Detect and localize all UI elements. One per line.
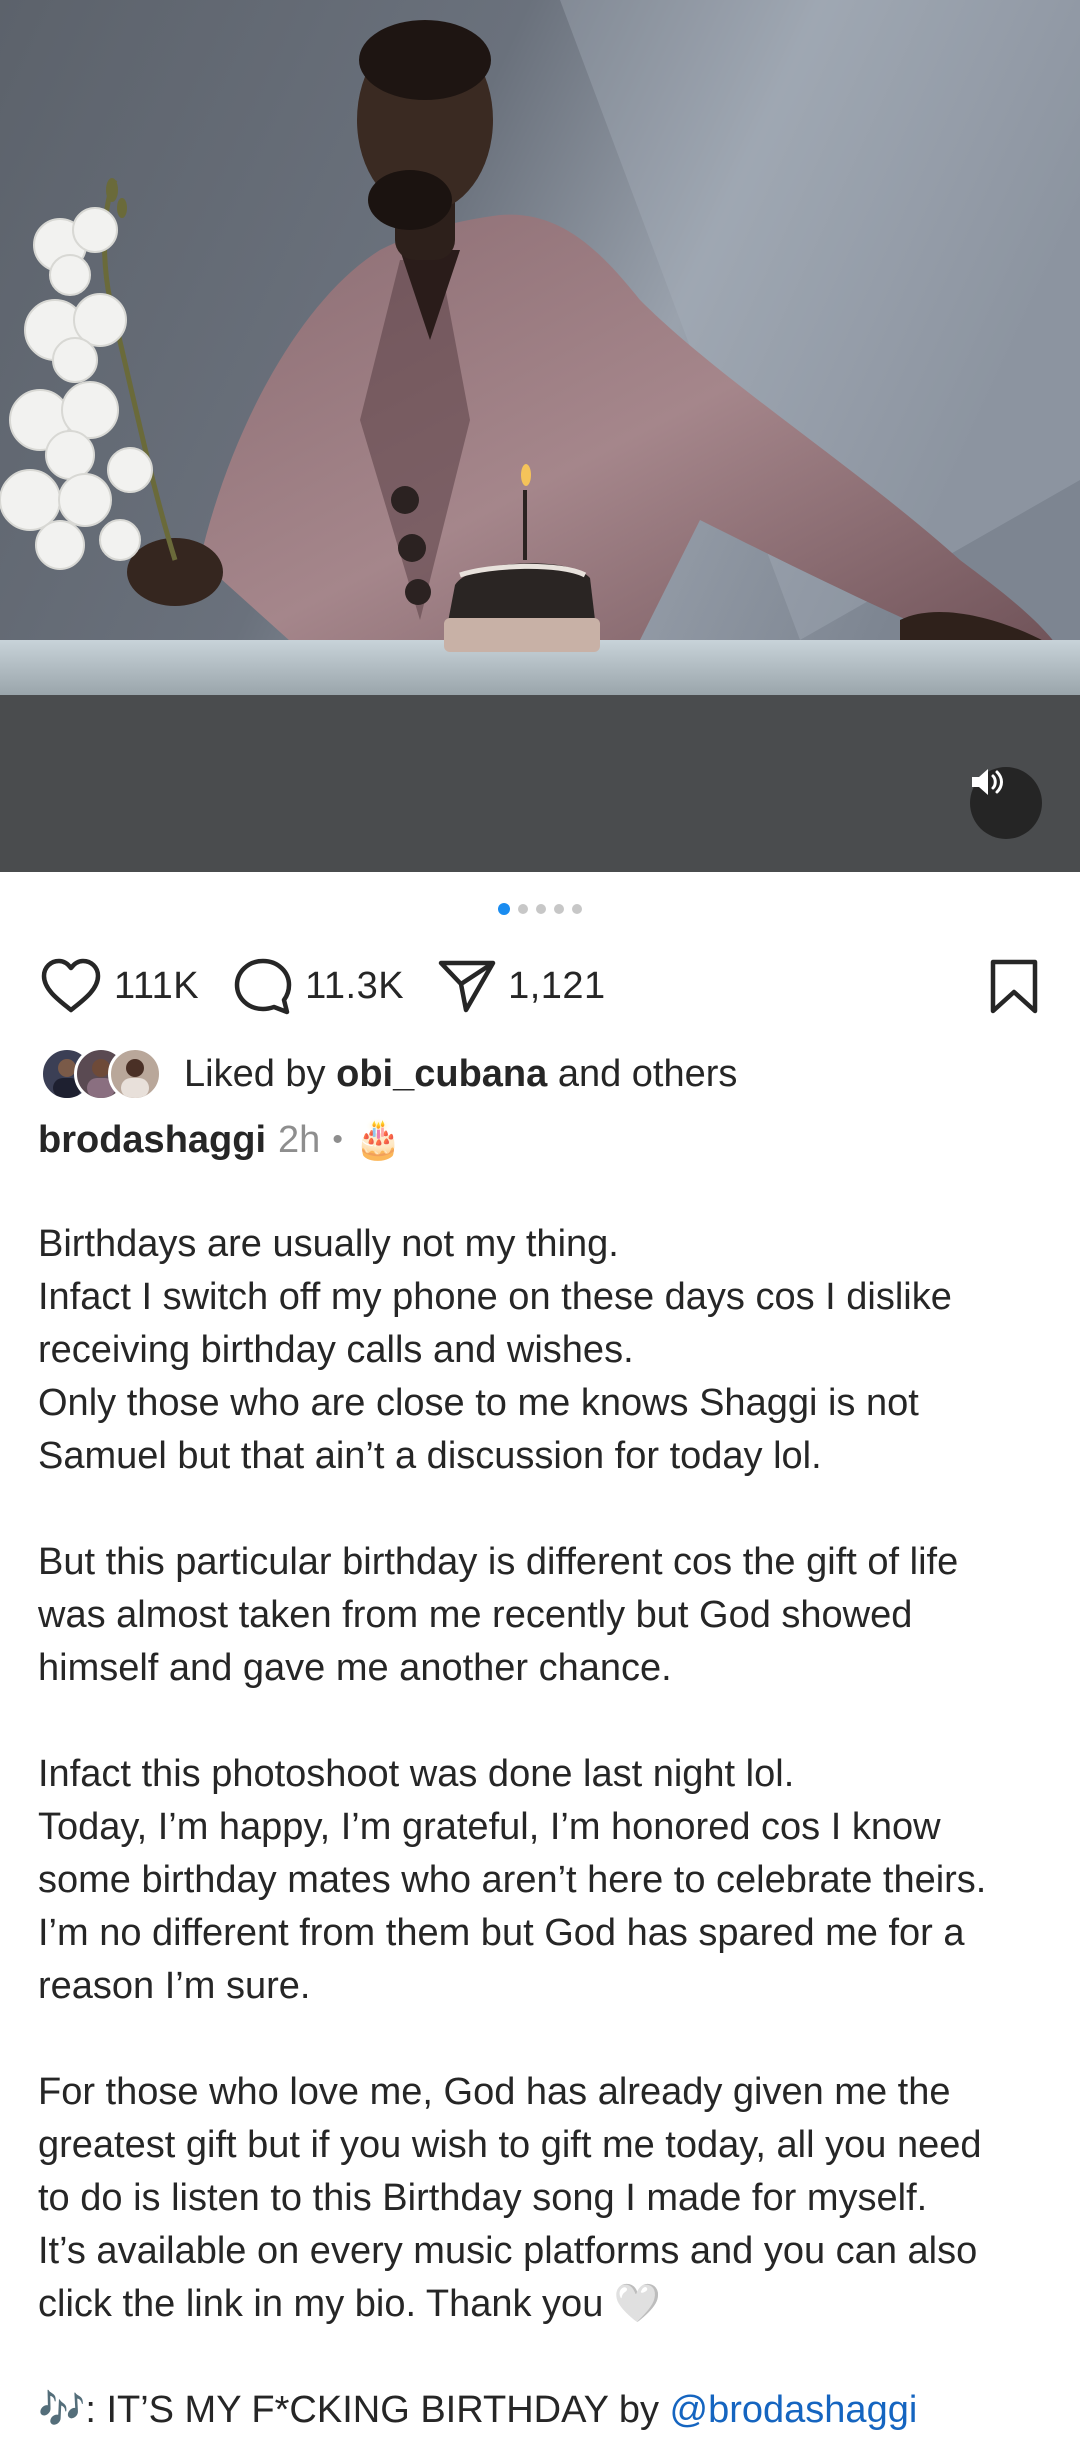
comment-count: 11.3K bbox=[305, 964, 405, 1007]
caption-line: reason I’m sure. bbox=[38, 1965, 311, 2007]
caption-line: greatest gift but if you wish to gift me… bbox=[38, 2124, 982, 2166]
caption-paragraph: For those who love me, God has already g… bbox=[38, 2066, 1048, 2331]
caption-line: Only those who are close to me knows Sha… bbox=[38, 1382, 919, 1424]
save-button[interactable] bbox=[988, 959, 1040, 1020]
liked-by-row[interactable]: Liked by obi_cubana and others bbox=[40, 1046, 737, 1102]
caption-line: Samuel but that ain’t a discussion for t… bbox=[38, 1435, 822, 1477]
carousel-dot-active bbox=[498, 903, 510, 915]
liked-by-text: Liked by obi_cubana and others bbox=[184, 1053, 737, 1096]
caption-paragraph: But this particular birthday is differen… bbox=[38, 1536, 1048, 1695]
send-icon bbox=[438, 960, 496, 1013]
post-timestamp: 2h bbox=[278, 1118, 321, 1161]
cake-emoji: 🎂 bbox=[354, 1119, 403, 1161]
caption-line: It’s available on every music platforms … bbox=[38, 2230, 978, 2272]
caption-line: Infact this photoshoot was done last nig… bbox=[38, 1753, 795, 1795]
carousel-dot bbox=[554, 904, 564, 914]
caption-line: But this particular birthday is differen… bbox=[38, 1541, 959, 1583]
song-title: : IT’S MY F*CKING BIRTHDAY by bbox=[85, 2389, 670, 2431]
caption-line: some birthday mates who aren’t here to c… bbox=[38, 1859, 987, 1901]
post-byline: brodashaggi 2h • 🎂 bbox=[38, 1114, 402, 1166]
like-action[interactable]: 111K bbox=[40, 958, 199, 1014]
caption-line: I’m no different from them but God has s… bbox=[38, 1912, 965, 1954]
byline-separator: • bbox=[332, 1123, 343, 1156]
liker-avatars bbox=[40, 1047, 164, 1101]
post-caption: Birthdays are usually not my thing. Infa… bbox=[38, 1218, 1048, 2437]
comment-icon bbox=[234, 958, 292, 1015]
caption-line: receiving birthday calls and wishes. bbox=[38, 1329, 634, 1371]
song-credit: 🎶 : IT’S MY F*CKING BIRTHDAY by @brodash… bbox=[38, 2384, 1048, 2437]
post-photo bbox=[0, 0, 1080, 872]
caption-line: For those who love me, God has already g… bbox=[38, 2071, 951, 2113]
mention-link[interactable]: @brodashaggi bbox=[670, 2384, 918, 2437]
post-media[interactable] bbox=[0, 0, 1080, 872]
liked-by-prefix: Liked by bbox=[184, 1052, 326, 1095]
caption-line: Infact I switch off my phone on these da… bbox=[38, 1276, 952, 1318]
caption-line: was almost taken from me recently but Go… bbox=[38, 1594, 913, 1636]
post-action-bar: 111K 11.3K 1,121 bbox=[40, 955, 1040, 1017]
liked-by-suffix[interactable]: and others bbox=[558, 1053, 738, 1095]
caption-line: to do is listen to this Birthday song I … bbox=[38, 2177, 928, 2219]
share-count: 1,121 bbox=[508, 964, 606, 1007]
share-action[interactable]: 1,121 bbox=[438, 958, 606, 1014]
comment-action[interactable]: 11.3K bbox=[233, 957, 404, 1015]
avatar bbox=[108, 1047, 162, 1101]
author-username[interactable]: brodashaggi bbox=[38, 1119, 266, 1162]
speaker-icon bbox=[972, 769, 1003, 795]
heart-icon bbox=[41, 958, 101, 1013]
mute-button[interactable] bbox=[970, 767, 1042, 839]
carousel-dot bbox=[518, 904, 528, 914]
caption-line: Today, I’m happy, I’m grateful, I’m hono… bbox=[38, 1806, 941, 1848]
caption-line: Birthdays are usually not my thing. bbox=[38, 1223, 619, 1265]
caption-line: click the link in my bio. Thank you 🤍 bbox=[38, 2283, 662, 2325]
carousel-dot bbox=[536, 904, 546, 914]
bookmark-icon bbox=[990, 959, 1038, 1014]
caption-paragraph: Birthdays are usually not my thing. Infa… bbox=[38, 1218, 1048, 1483]
carousel-indicator bbox=[0, 903, 1080, 915]
music-notes-emoji: 🎶 bbox=[38, 2389, 86, 2431]
carousel-dot bbox=[572, 904, 582, 914]
caption-line: himself and gave me another chance. bbox=[38, 1647, 672, 1689]
caption-paragraph: Infact this photoshoot was done last nig… bbox=[38, 1748, 1048, 2013]
like-count: 111K bbox=[114, 964, 200, 1007]
liked-by-username[interactable]: obi_cubana bbox=[336, 1053, 547, 1095]
